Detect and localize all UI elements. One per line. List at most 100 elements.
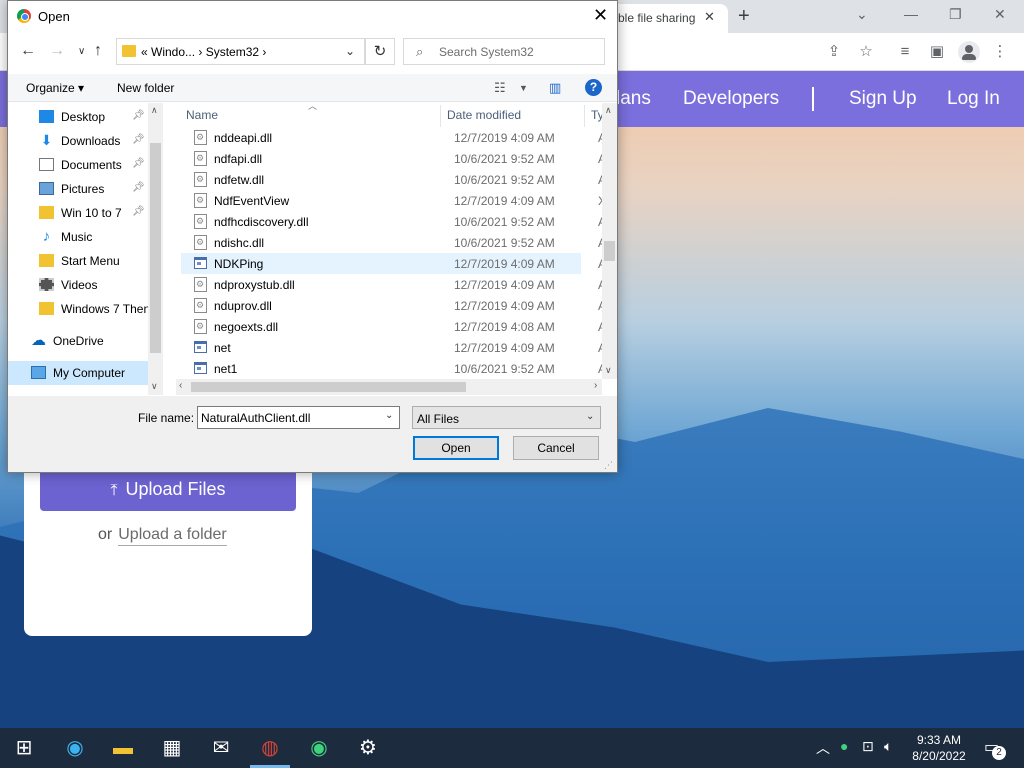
taskbar-clock[interactable]: 9:33 AM 8/20/2022 [904, 732, 974, 764]
browser-menu-icon[interactable]: ⋮ [990, 42, 1010, 62]
scroll-up-icon[interactable]: ∧ [151, 105, 158, 116]
upload-folder-link[interactable]: Upload a folder [118, 526, 227, 546]
share-icon[interactable]: ⇪ [824, 42, 844, 62]
tray-chevron-up-icon[interactable]: ︿ [816, 738, 830, 758]
chrome-icon[interactable]: ◍ [256, 734, 284, 762]
window-close-icon[interactable]: ✕ [994, 4, 1006, 24]
file-name-input[interactable] [197, 406, 400, 429]
media-control-icon[interactable]: ≡ [895, 42, 915, 62]
nav-item-desktop[interactable]: Desktop 📌︎ [8, 105, 148, 129]
store-icon[interactable]: ▦ [158, 734, 186, 762]
nav-item-label: Pictures [61, 182, 105, 196]
nav-link-signup[interactable]: Sign Up [849, 88, 917, 110]
preview-pane-icon[interactable]: ▥ [549, 80, 561, 96]
open-button[interactable]: Open [413, 436, 499, 460]
file-type-select[interactable]: All Files ⌄ [412, 406, 601, 429]
nav-item-start-menu[interactable]: Start Menu [8, 249, 148, 273]
scrollbar-thumb[interactable] [191, 382, 466, 392]
browser-tab[interactable]: ble file sharing ✕ [600, 4, 728, 33]
edge-icon[interactable]: ◉ [61, 734, 89, 762]
upload-files-button[interactable]: ⤒ Upload Files [40, 467, 296, 511]
nav-item-downloads[interactable]: ⬇ Downloads 📌︎ [8, 129, 148, 153]
file-row[interactable]: negoexts.dll 12/7/2019 4:08 AM A [181, 316, 606, 337]
address-dropdown-icon[interactable]: ⌄ [345, 44, 355, 58]
file-date: 12/7/2019 4:08 AM [454, 320, 555, 334]
resize-grip-icon[interactable]: ⋰ [604, 460, 613, 471]
file-row[interactable]: NdfEventView 12/7/2019 4:09 AM X [181, 190, 606, 211]
organize-button[interactable]: Organize ▾ [26, 81, 84, 95]
column-header-date[interactable]: Date modified [447, 108, 521, 122]
settings-gear-icon[interactable]: ⚙ [354, 734, 382, 762]
file-row[interactable]: ndfhcdiscovery.dll 10/6/2021 9:52 AM A [181, 211, 606, 232]
nav-item-win-10-to-7[interactable]: Win 10 to 7 📌︎ [8, 201, 148, 225]
desktop-icon [39, 110, 54, 123]
tab-close-icon[interactable]: ✕ [704, 9, 715, 25]
nav-item-videos[interactable]: Videos [8, 273, 148, 297]
scroll-down-icon[interactable]: ∨ [605, 365, 612, 376]
scroll-up-icon[interactable]: ∧ [605, 105, 612, 116]
bookmark-star-icon[interactable]: ☆ [856, 42, 876, 62]
address-bar[interactable]: « Windo... › System32 › ⌄ [116, 38, 365, 65]
volume-icon[interactable]: 🔈︎ [884, 738, 892, 755]
nav-item-documents[interactable]: Documents 📌︎ [8, 153, 148, 177]
breadcrumb[interactable]: « Windo... › System32 › [141, 45, 266, 59]
nav-item-windows-7-then[interactable]: Windows 7 Then [8, 297, 148, 321]
minimize-icon[interactable]: — [904, 4, 918, 24]
view-dropdown-icon[interactable]: ▼ [519, 83, 528, 93]
scrollbar-thumb[interactable] [604, 241, 615, 261]
forward-arrow-icon[interactable]: → [49, 42, 65, 60]
column-divider[interactable] [584, 105, 585, 127]
scroll-down-icon[interactable]: ∨ [151, 381, 158, 392]
nav-link-plans[interactable]: lans [616, 88, 651, 110]
profile-avatar-icon[interactable] [958, 41, 980, 63]
network-icon[interactable]: ⊡ [862, 738, 874, 755]
back-arrow-icon[interactable]: ← [20, 42, 36, 60]
file-row[interactable]: nduprov.dll 12/7/2019 4:09 AM A [181, 295, 606, 316]
side-panel-icon[interactable]: ▣ [927, 42, 947, 62]
dialog-close-icon[interactable]: ✕ [593, 5, 608, 26]
file-row[interactable]: ndfetw.dll 10/6/2021 9:52 AM A [181, 169, 606, 190]
scroll-right-icon[interactable]: › [594, 380, 597, 391]
file-explorer-icon[interactable]: ▬ [109, 734, 137, 762]
tray-app-icon[interactable]: ● [840, 738, 848, 754]
file-name-dropdown-icon[interactable]: ⌄ [385, 410, 393, 421]
scroll-left-icon[interactable]: ‹ [179, 380, 182, 391]
new-folder-button[interactable]: New folder [117, 81, 174, 95]
view-options-icon[interactable]: ☷ [494, 80, 506, 96]
dll-file-icon [194, 298, 207, 313]
file-row[interactable]: net 12/7/2019 4:09 AM A [181, 337, 606, 358]
scrollbar-thumb[interactable] [150, 143, 161, 353]
nav-item-my-computer[interactable]: My Computer [8, 361, 148, 385]
search-input[interactable]: Search System32 [439, 45, 534, 59]
edge-dev-icon[interactable]: ◉ [305, 734, 333, 762]
refresh-button[interactable]: ↻ [365, 38, 395, 65]
nav-link-developers[interactable]: Developers [683, 88, 779, 110]
file-row[interactable]: ndfapi.dll 10/6/2021 9:52 AM A [181, 148, 606, 169]
file-row[interactable]: ndishc.dll 10/6/2021 9:52 AM A [181, 232, 606, 253]
mail-icon[interactable]: ✉ [207, 734, 235, 762]
nav-item-pictures[interactable]: Pictures 📌︎ [8, 177, 148, 201]
new-tab-button[interactable]: + [738, 4, 750, 28]
dialog-titlebar[interactable]: Open ✕ [8, 1, 617, 31]
column-divider[interactable] [440, 105, 441, 127]
file-row[interactable]: net1 10/6/2021 9:52 AM A [181, 358, 606, 379]
column-header-name[interactable]: Name [186, 108, 218, 122]
file-list-horizontal-scrollbar[interactable]: ‹ › [176, 379, 602, 395]
file-row[interactable]: nddeapi.dll 12/7/2019 4:09 AM A [181, 127, 606, 148]
navigation-scrollbar[interactable]: ∧ ∨ [148, 103, 163, 395]
file-date: 12/7/2019 4:09 AM [454, 299, 555, 313]
cancel-button[interactable]: Cancel [513, 436, 599, 460]
tab-search-icon[interactable]: ⌄ [856, 4, 868, 24]
windows-start-icon[interactable]: ⊞ [10, 734, 38, 762]
file-row-hovered[interactable]: NDKPing 12/7/2019 4:09 AM A [181, 253, 606, 274]
help-icon[interactable]: ? [585, 79, 602, 96]
file-list-vertical-scrollbar[interactable]: ∧ ∨ [602, 103, 617, 379]
file-row[interactable]: ndproxystub.dll 12/7/2019 4:09 AM A [181, 274, 606, 295]
search-box[interactable]: ⌕ Search System32 [403, 38, 605, 65]
nav-item-music[interactable]: ♪ Music [8, 225, 148, 249]
recent-locations-icon[interactable]: ∨ [78, 46, 85, 57]
nav-link-login[interactable]: Log In [947, 88, 1000, 110]
up-folder-icon[interactable]: ↑ [94, 42, 102, 60]
restore-icon[interactable]: ❐ [949, 4, 962, 24]
nav-item-onedrive[interactable]: ☁ OneDrive [8, 329, 148, 353]
